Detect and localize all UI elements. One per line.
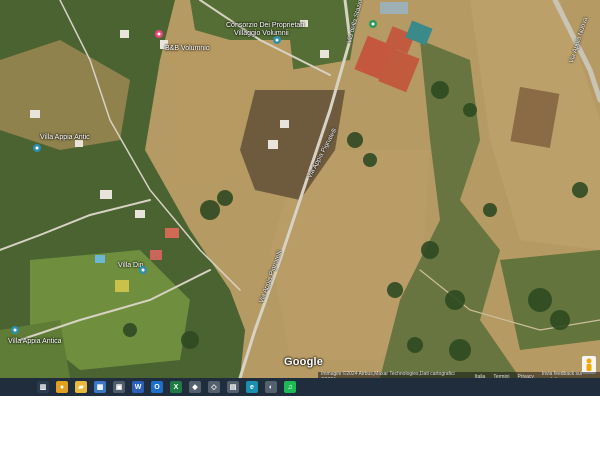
chrome-icon[interactable]: ● [56, 381, 68, 393]
blank-area [0, 396, 600, 450]
edge-icon[interactable]: e [246, 381, 258, 393]
satellite-imagery[interactable] [0, 0, 600, 378]
file-explorer-icon[interactable]: ▰ [75, 381, 87, 393]
satellite-map[interactable]: Consorzio Dei Proprietari Villaggio Volu… [0, 0, 600, 378]
app-icon-2[interactable]: ◇ [208, 381, 220, 393]
place-label-consorzio[interactable]: Consorzio Dei Proprietari [226, 22, 304, 29]
google-logo: Google [284, 356, 324, 368]
task-view-icon[interactable]: ▥ [37, 381, 49, 393]
location-pin-icon[interactable] [138, 266, 148, 276]
word-icon[interactable]: W [132, 381, 144, 393]
location-pin-icon[interactable] [10, 326, 20, 336]
place-label-villa-appia-antic[interactable]: Villa Appia Antic [40, 134, 90, 141]
place-label-villa-appia-antica[interactable]: Villa Appia Antica [8, 338, 62, 345]
location-pin-icon[interactable] [272, 36, 282, 46]
excel-icon[interactable]: X [170, 381, 182, 393]
store-icon[interactable]: ▦ [94, 381, 106, 393]
camera-icon[interactable]: ▣ [113, 381, 125, 393]
app-icon-1[interactable]: ◆ [189, 381, 201, 393]
windows-taskbar: ▥ ● ▰ ▦ ▣ W O X ◆ ◇ ▤ e ◐ ♫ [0, 378, 600, 396]
app-icon-3[interactable]: ▤ [227, 381, 239, 393]
location-pin-icon[interactable] [154, 30, 164, 40]
outlook-icon[interactable]: O [151, 381, 163, 393]
spotify-icon[interactable]: ♫ [284, 381, 296, 393]
place-label-bb-volumnio[interactable]: B&B Volumnio [165, 45, 210, 52]
location-pin-icon[interactable] [368, 20, 378, 30]
app-icon-4[interactable]: ◐ [265, 381, 277, 393]
location-pin-icon[interactable] [32, 144, 42, 154]
